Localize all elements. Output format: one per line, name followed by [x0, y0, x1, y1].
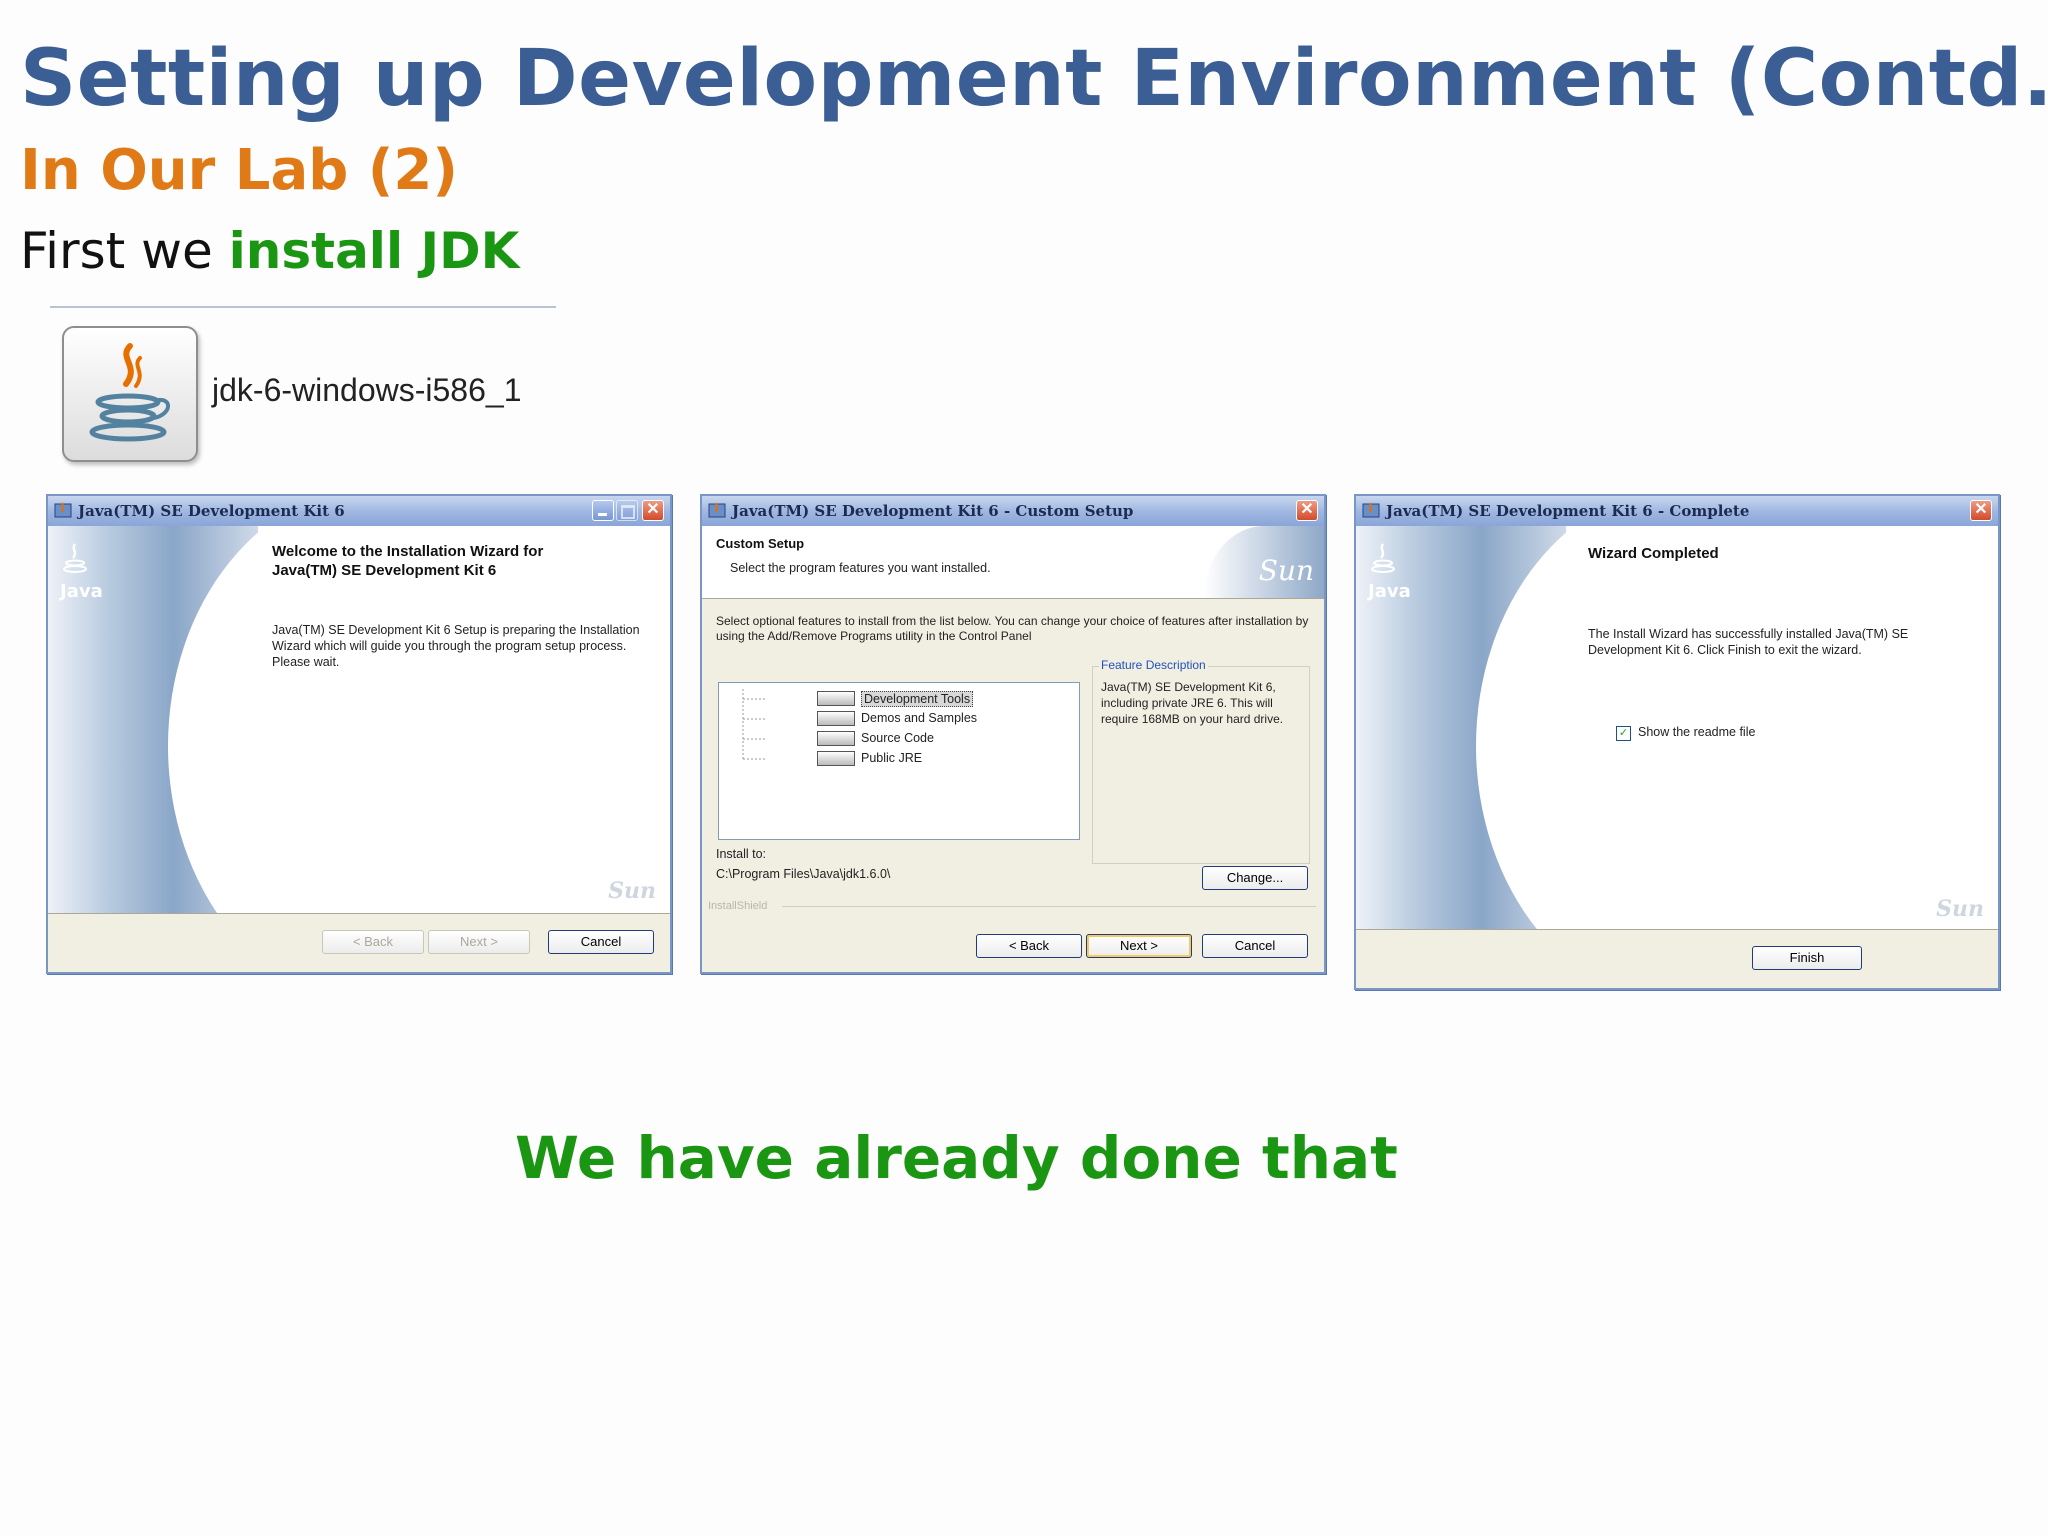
complete-button-bar: Finish	[1356, 929, 1998, 988]
close-button[interactable]: ✕	[642, 500, 664, 521]
welcome-heading: Welcome to the Installation Wizard for J…	[272, 543, 544, 579]
sun-watermark: Sun	[1936, 896, 1984, 922]
feature-description-group: Feature Description Java(TM) SE Developm…	[1092, 658, 1310, 864]
minimize-button[interactable]	[592, 500, 614, 521]
tree-lines	[742, 689, 765, 760]
custom-titlebar[interactable]: Java(TM) SE Development Kit 6 - Custom S…	[702, 496, 1324, 526]
java-side-panel: Java	[48, 526, 258, 914]
maximize-button[interactable]	[616, 500, 638, 521]
complete-window-title: Java(TM) SE Development Kit 6 - Complete	[1386, 502, 1750, 520]
drive-icon	[817, 691, 855, 706]
cancel-button[interactable]: Cancel	[548, 930, 654, 954]
welcome-window: Java(TM) SE Development Kit 6 ✕ Java Wel…	[46, 494, 672, 974]
intro-prefix: First we	[20, 222, 229, 280]
next-button[interactable]: Next >	[428, 930, 530, 954]
drive-icon	[817, 751, 855, 766]
complete-titlebar[interactable]: Java(TM) SE Development Kit 6 - Complete…	[1356, 496, 1998, 526]
complete-body: The Install Wizard has successfully inst…	[1588, 627, 1909, 657]
readme-checkbox[interactable]: ✓	[1616, 726, 1631, 741]
installer-app-icon	[708, 501, 726, 524]
slide-subtitle: In Our Lab (2)	[20, 138, 458, 203]
custom-setup-window: Java(TM) SE Development Kit 6 - Custom S…	[700, 494, 1326, 974]
custom-header-title: Custom Setup	[716, 536, 805, 551]
java-cup-icon	[62, 326, 198, 462]
java-logo-icon: Java	[60, 542, 103, 602]
closing-note: We have already done that	[515, 1124, 1398, 1192]
custom-instructions: Select optional features to install from…	[716, 614, 1309, 643]
java-side-label: Java	[1368, 581, 1411, 602]
welcome-button-bar: < Back Next > Cancel	[48, 913, 670, 972]
slide-title: Setting up Development Environment (Cont…	[20, 34, 2048, 124]
installer-app-icon	[54, 501, 72, 524]
custom-header: Custom Setup Select the program features…	[702, 526, 1324, 599]
installer-file-name: jdk-6-windows-i586_1	[212, 372, 522, 408]
cancel-button[interactable]: Cancel	[1202, 934, 1308, 958]
install-path: C:\Program Files\Java\jdk1.6.0\	[716, 867, 891, 881]
complete-window: Java(TM) SE Development Kit 6 - Complete…	[1354, 494, 2000, 990]
drive-icon	[817, 711, 855, 726]
welcome-window-title: Java(TM) SE Development Kit 6	[78, 502, 345, 520]
java-side-panel: Java	[1356, 526, 1566, 930]
java-side-label: Java	[60, 581, 103, 602]
feature-description-text: Java(TM) SE Development Kit 6, including…	[1101, 680, 1284, 726]
java-logo-icon: Java	[1368, 542, 1411, 602]
readme-checkbox-label: Show the readme file	[1638, 725, 1756, 739]
finish-button[interactable]: Finish	[1752, 946, 1862, 970]
custom-window-title: Java(TM) SE Development Kit 6 - Custom S…	[732, 502, 1134, 520]
custom-header-desc: Select the program features you want ins…	[730, 561, 991, 575]
installshield-brand: InstallShield	[708, 900, 768, 912]
sun-watermark: Sun	[608, 878, 656, 904]
back-button[interactable]: < Back	[322, 930, 424, 954]
feature-tree[interactable]: Development Tools Demos and Samples Sour…	[718, 682, 1080, 840]
intro-line: First we install JDK	[20, 222, 519, 280]
intro-highlight: install JDK	[228, 222, 520, 280]
installer-app-icon	[1362, 501, 1380, 524]
drive-icon	[817, 731, 855, 746]
welcome-titlebar[interactable]: Java(TM) SE Development Kit 6 ✕	[48, 496, 670, 526]
welcome-body: Java(TM) SE Development Kit 6 Setup is p…	[272, 623, 640, 669]
sun-logo-icon: Sun	[1258, 554, 1314, 587]
change-button[interactable]: Change...	[1202, 866, 1308, 890]
installer-file[interactable]: jdk-6-windows-i586_1	[50, 306, 556, 468]
close-button[interactable]: ✕	[1296, 500, 1318, 521]
complete-heading: Wizard Completed	[1588, 545, 1719, 562]
next-button[interactable]: Next >	[1086, 934, 1192, 958]
install-to-label: Install to:	[716, 847, 767, 861]
back-button[interactable]: < Back	[976, 934, 1082, 958]
feature-description-legend: Feature Description	[1099, 658, 1208, 672]
close-button[interactable]: ✕	[1970, 500, 1992, 521]
